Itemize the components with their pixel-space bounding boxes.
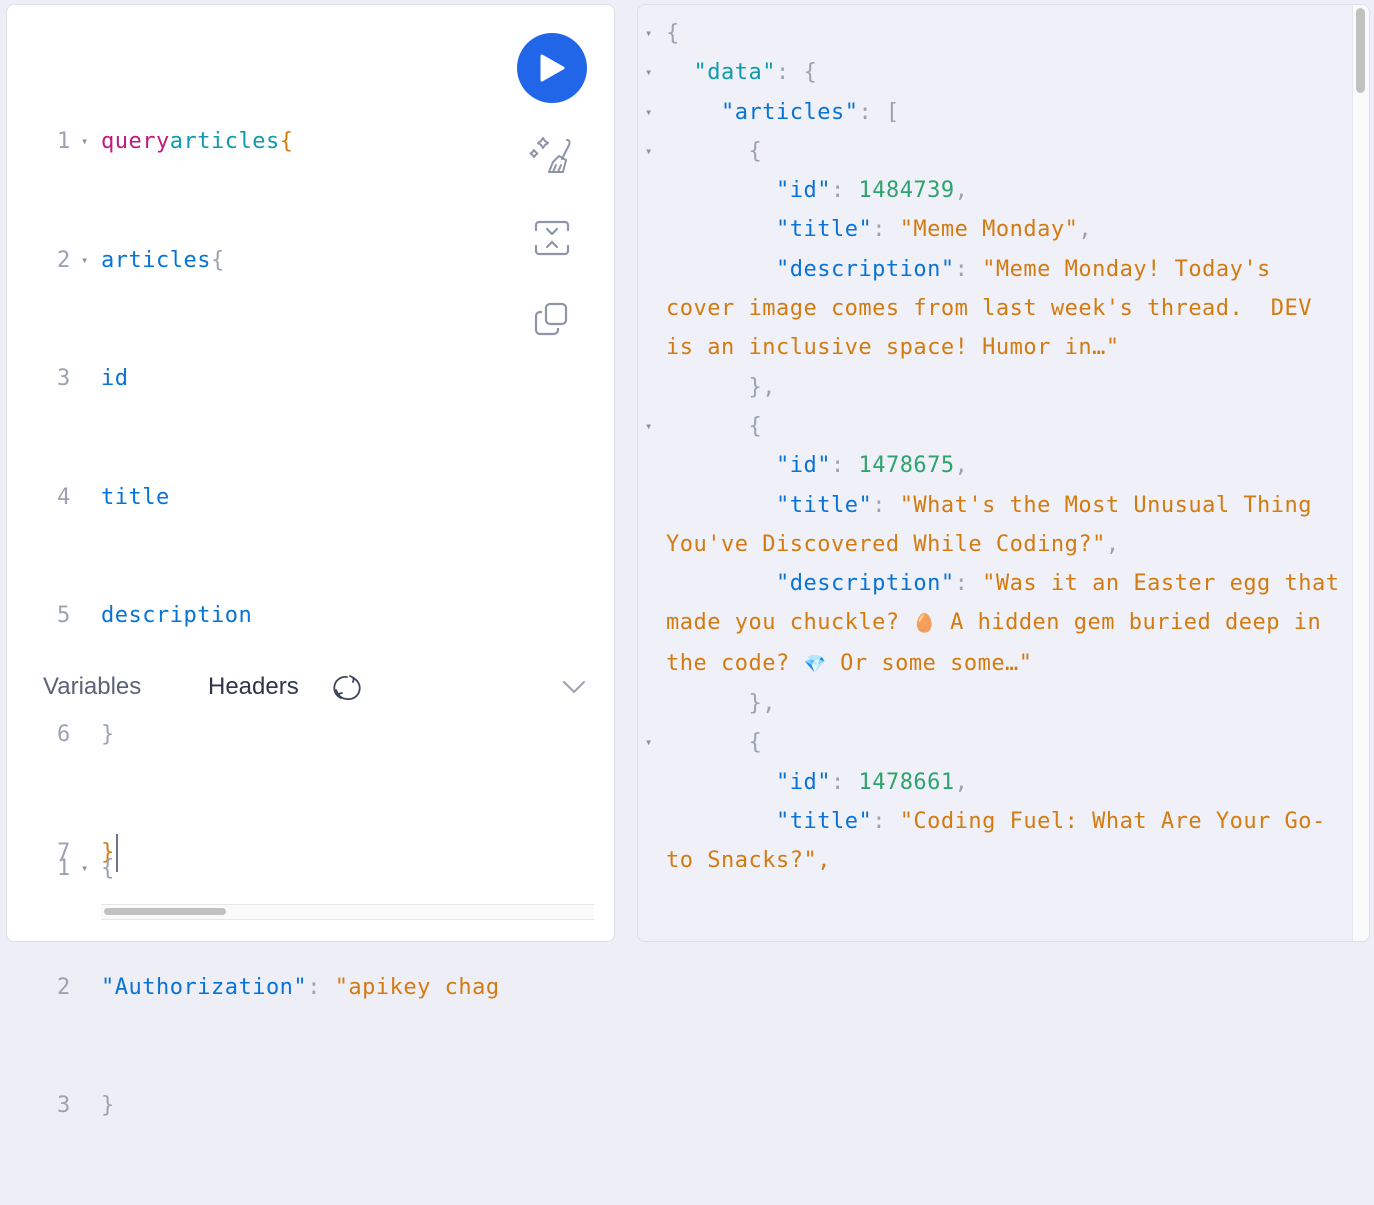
json-key: "articles": [720, 99, 859, 125]
brace: {: [210, 247, 225, 273]
brace: {: [279, 129, 294, 154]
fold-toggle-icon[interactable]: ▾: [79, 241, 101, 281]
article-title-line: "title": "What's the Most Unusual Thing …: [666, 492, 1326, 557]
code-line: 2 "Authorization": "apikey chag: [57, 968, 500, 1008]
article-title: "What's the Most Unusual Thing You've Di…: [666, 492, 1326, 557]
brace: {: [101, 856, 115, 881]
scrollbar-thumb[interactable]: [1356, 8, 1365, 93]
brace: }: [101, 721, 115, 747]
code-line: 2 ▾ articles {: [57, 241, 293, 281]
article-title-line: "title": "Meme Monday",: [775, 217, 1093, 243]
merge-fragments-button[interactable]: [517, 215, 587, 261]
tab-headers[interactable]: Headers: [208, 673, 299, 701]
horizontal-scrollbar[interactable]: [101, 904, 594, 920]
article-description: "Meme Monday! Today's cover image comes …: [666, 256, 1326, 361]
header-value: "apikey chag: [334, 974, 500, 1000]
refresh-button[interactable]: [331, 673, 363, 710]
article-title: "Meme Monday": [899, 217, 1079, 243]
headers-editor[interactable]: 1 ▾{ 2 "Authorization": "apikey chag 3}: [57, 770, 500, 1205]
copy-query-button[interactable]: [517, 297, 587, 343]
sparkle-broom-icon: [529, 137, 571, 173]
article-description-part: Or some some…": [826, 650, 1033, 676]
fold-toggle-icon[interactable]: ▾: [645, 132, 653, 171]
result-panel: ▾{ ▾ "data": { ▾ "articles": [ ▾ { "id":…: [637, 4, 1370, 942]
code-line: 6 }: [57, 715, 293, 755]
copy-icon: [534, 302, 568, 336]
field: articles: [101, 247, 211, 273]
run-query-button[interactable]: [517, 33, 587, 103]
field: title: [101, 484, 170, 510]
operation-name: articles: [169, 129, 280, 154]
article-description-line: "description": "Meme Monday! Today's cov…: [666, 256, 1326, 361]
keyword: query: [101, 129, 170, 154]
code-line: 3 id: [57, 359, 293, 399]
field: id: [101, 366, 129, 391]
egg-emoji: 🥚: [913, 613, 937, 635]
article-description-line: "description": "Was it an Easter egg tha…: [666, 571, 1354, 676]
line-number: 2: [57, 247, 71, 273]
article-id: 1478661: [858, 769, 955, 795]
gem-emoji: 💎: [803, 653, 827, 675]
line-number: 2: [57, 974, 71, 1000]
code-line: 1 ▾ query articles {: [57, 122, 293, 162]
code-line: 5 description: [57, 596, 293, 636]
fold-toggle-icon[interactable]: ▾: [645, 14, 653, 53]
vertical-scrollbar[interactable]: [1352, 5, 1369, 941]
line-number: 1: [57, 856, 71, 881]
query-editor-panel: 1 ▾ query articles { 2 ▾ articles { 3 id 4 …: [6, 4, 615, 1118]
fold-toggle-icon[interactable]: ▾: [645, 53, 653, 92]
fold-toggle-icon[interactable]: ▾: [645, 407, 653, 446]
line-number: 3: [57, 366, 71, 391]
line-number: 1: [57, 129, 71, 154]
brace: }: [101, 1093, 115, 1118]
chevron-down-icon: [563, 681, 585, 694]
tab-variables[interactable]: Variables: [43, 673, 141, 701]
article-id: 1478675: [858, 453, 955, 479]
fold-toggle-icon[interactable]: ▾: [79, 849, 101, 889]
play-icon: [540, 54, 565, 82]
prettify-button[interactable]: [517, 133, 587, 179]
field: description: [101, 603, 253, 628]
line-number: 3: [57, 1093, 71, 1118]
merge-fragments-icon: [534, 220, 570, 256]
result-viewer: ▾{ ▾ "data": { ▾ "articles": [ ▾ { "id":…: [641, 14, 1341, 881]
article-id-line: "id": 1478675,: [775, 453, 969, 479]
article-id-line: "id": 1478661,: [775, 769, 969, 795]
colon: :: [307, 974, 335, 1000]
article-title-line: "title": "Coding Fuel: What Are Your Go-…: [666, 808, 1326, 874]
code-line: 4 title: [57, 478, 293, 518]
line-number: 6: [57, 721, 71, 747]
fold-toggle-icon[interactable]: ▾: [645, 93, 653, 132]
fold-toggle-icon[interactable]: ▾: [645, 723, 653, 762]
line-number: 5: [57, 603, 71, 628]
line-number: 4: [57, 484, 71, 510]
refresh-icon: [333, 675, 361, 700]
json-key: "data": [693, 60, 776, 86]
scrollbar-thumb[interactable]: [104, 908, 226, 915]
editor-toolbar: [517, 33, 601, 343]
collapse-toggle-button[interactable]: [561, 675, 587, 703]
code-line: 1 ▾{: [57, 849, 500, 889]
article-id-line: "id": 1484739,: [775, 178, 969, 204]
header-key: "Authorization": [101, 974, 308, 1000]
article-title: "Coding Fuel: What Are Your Go-to Snacks…: [666, 808, 1326, 874]
code-line: 3}: [57, 1086, 500, 1126]
brace: {: [666, 21, 680, 46]
article-id: 1484739: [858, 178, 955, 204]
fold-toggle-icon[interactable]: ▾: [79, 122, 101, 162]
editor-bottom-tabs: Variables Headers: [43, 667, 603, 709]
